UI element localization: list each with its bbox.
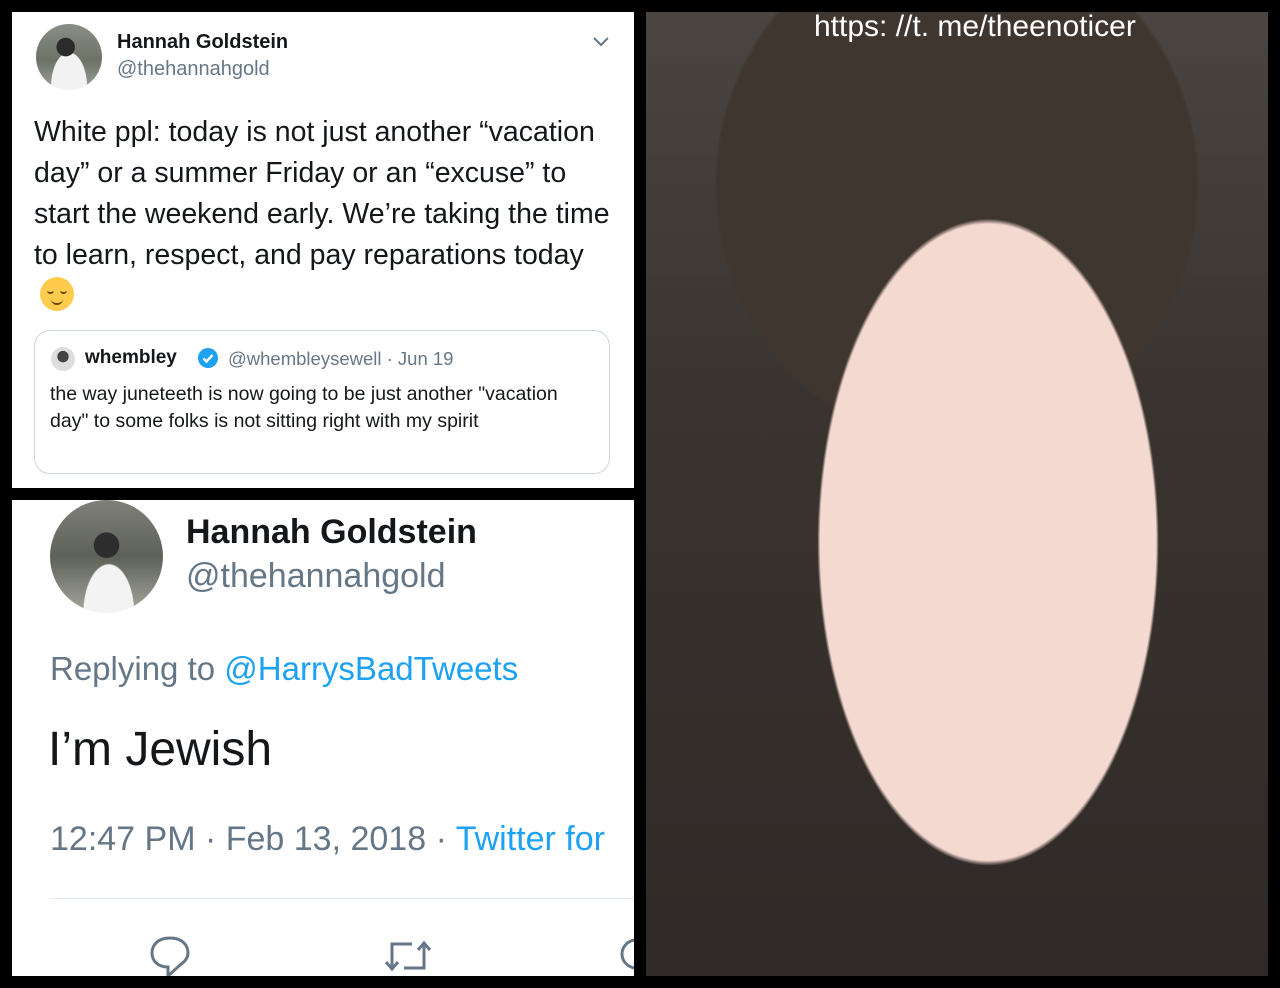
verified-badge-icon — [198, 348, 218, 368]
tweet-card-1: Hannah Goldstein @thehannahgold White pp… — [12, 12, 634, 488]
tweet-text: White ppl: today is not just another “va… — [34, 112, 619, 317]
author-name[interactable]: Hannah Goldstein — [117, 31, 288, 54]
face-photo — [646, 12, 1268, 976]
profile-photo: https: //t. me/theenoticer — [646, 12, 1268, 976]
reply-icon[interactable] — [146, 932, 194, 976]
quoted-meta: @whembleysewell · Jun 19 — [228, 348, 454, 369]
avatar[interactable] — [50, 500, 163, 613]
relieved-face-icon — [40, 277, 74, 311]
retweet-icon[interactable] — [382, 932, 434, 976]
author-handle[interactable]: @thehannahgold — [117, 58, 270, 81]
avatar — [51, 347, 75, 371]
replying-to: Replying to @HarrysBadTweets — [50, 650, 518, 688]
watermark-text: https: //t. me/theenoticer — [814, 12, 1136, 43]
quoted-tweet[interactable]: whembley @whembleysewell · Jun 19 the wa… — [34, 330, 610, 474]
replying-to-label: Replying to — [50, 650, 225, 687]
divider — [50, 898, 634, 899]
timestamp: 12:47 PM · Feb 13, 2018 · Twitter for — [50, 820, 605, 859]
chevron-down-icon[interactable] — [590, 30, 612, 52]
tweet-card-2: Hannah Goldstein @thehannahgold Replying… — [12, 500, 634, 976]
source-link[interactable]: Twitter for — [456, 820, 605, 858]
quoted-author-name: whembley — [85, 347, 177, 368]
reply-to-link[interactable]: @HarrysBadTweets — [224, 650, 518, 687]
quoted-text: the way juneteeth is now going to be jus… — [50, 383, 558, 432]
avatar[interactable] — [36, 24, 102, 90]
tweet-body: White ppl: today is not just another “va… — [34, 116, 610, 271]
tweet-text: I’m Jewish — [48, 723, 273, 776]
timestamp-text: 12:47 PM · Feb 13, 2018 · — [50, 820, 456, 858]
author-name[interactable]: Hannah Goldstein — [186, 513, 477, 552]
like-icon[interactable] — [618, 932, 634, 976]
author-handle[interactable]: @thehannahgold — [186, 557, 446, 596]
